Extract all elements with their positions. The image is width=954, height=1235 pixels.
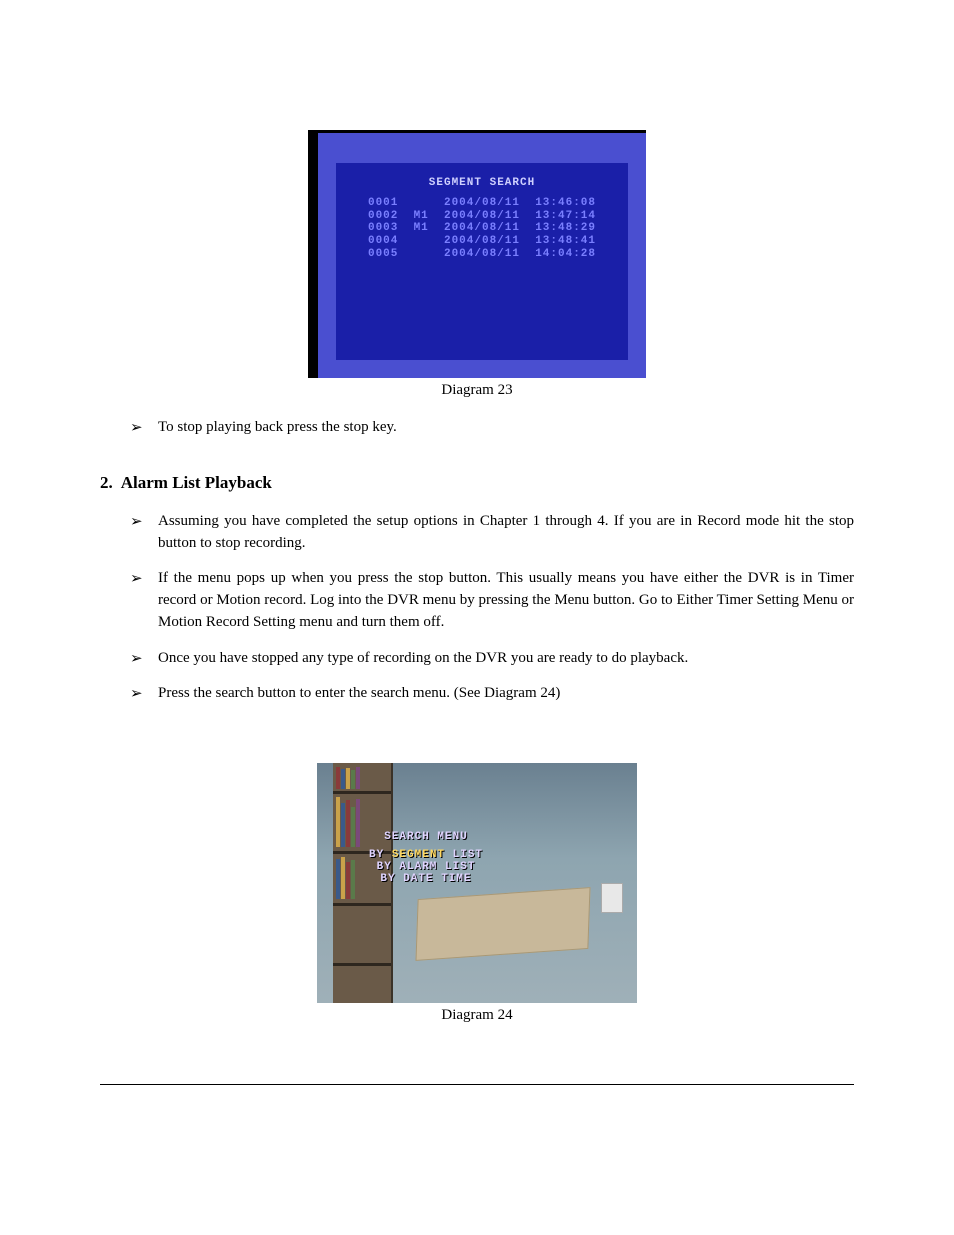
footer-rule [100,1084,854,1085]
bullet-text: To stop playing back press the stop key. [158,417,854,439]
arrow-icon: ➢ [130,417,158,437]
bullet-text: Press the search button to enter the sea… [158,683,854,705]
bullet-row: ➢If the menu pops up when you press the … [130,568,854,633]
section-title: Alarm List Playback [121,473,272,492]
bullet-row: ➢Press the search button to enter the se… [130,683,854,705]
segment-search-title: SEGMENT SEARCH [350,177,614,189]
bullet-row: ➢Assuming you have completed the setup o… [130,511,854,555]
arrow-icon: ➢ [130,648,158,668]
bullet-row: ➢Once you have stopped any type of recor… [130,648,854,670]
diagram-24-caption: Diagram 24 [317,1007,637,1024]
search-menu-screen: SEARCH MENU BY SEGMENT LISTBY ALARM LIST… [317,763,637,1003]
segment-row: 0002 M1 2004/08/11 13:47:14 [350,210,614,223]
search-menu-title: SEARCH MENU [369,831,483,843]
segment-row: 0004 2004/08/11 13:48:41 [350,235,614,248]
osd-line: BY DATE TIME [369,873,483,885]
bullets-section: ➢Assuming you have completed the setup o… [130,511,854,705]
arrow-icon: ➢ [130,511,158,531]
diagram-24-wrap: SEARCH MENU BY SEGMENT LISTBY ALARM LIST… [100,723,854,1024]
osd-line: BY ALARM LIST [369,861,483,873]
diagram-23-caption: Diagram 23 [308,382,646,399]
diagram-23-wrap: SEGMENT SEARCH 0001 2004/08/11 13:46:080… [100,130,854,399]
bullet-row: ➢To stop playing back press the stop key… [130,417,854,439]
arrow-icon: ➢ [130,683,158,703]
segment-row: 0005 2004/08/11 14:04:28 [350,248,614,261]
section-heading: 2. Alarm List Playback [100,473,854,493]
arrow-icon: ➢ [130,568,158,588]
segment-search-screen: SEGMENT SEARCH 0001 2004/08/11 13:46:080… [308,130,646,378]
osd-line: BY SEGMENT LIST [369,849,483,861]
bullet-text: If the menu pops up when you press the s… [158,568,854,633]
bullet-text: Once you have stopped any type of record… [158,648,854,670]
segment-row: 0001 2004/08/11 13:46:08 [350,197,614,210]
bullet-text: Assuming you have completed the setup op… [158,511,854,555]
section-number: 2. [100,473,113,492]
segment-row: 0003 M1 2004/08/11 13:48:29 [350,222,614,235]
bullets-top: ➢To stop playing back press the stop key… [130,417,854,439]
